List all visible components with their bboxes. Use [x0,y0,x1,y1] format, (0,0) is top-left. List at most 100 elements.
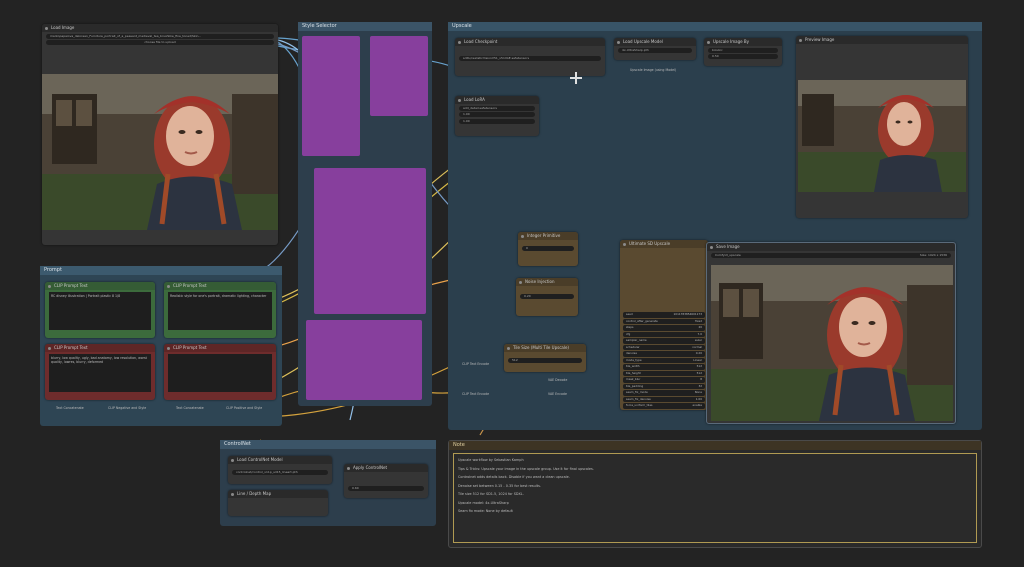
sampler-widget-force-uniform-tiles[interactable]: force_uniform_tiles enable [623,403,705,409]
sampler-widget-tile-height[interactable]: tile_height 512 [623,370,705,376]
prompt-footer-3[interactable]: Text Concatenate [176,406,204,410]
clip-encode-label-2[interactable]: CLIP Text Encode [462,392,489,396]
sampler-widget-tile-padding[interactable]: tile_padding 32 [623,383,705,389]
positive-prompt-1-text[interactable]: RC disney illustration | Portrait plasti… [49,292,151,330]
controlnet-loader-title: Load ControlNet Model [228,456,332,464]
noise-input[interactable]: 0.20 [520,294,574,299]
load-lora-node[interactable]: Load LoRA add_detail.safetensors 1.00 1.… [455,96,539,136]
tile-size-input[interactable]: 512 [508,358,582,363]
filename-prefix-input[interactable]: ComfyUI_upscale Size: 1024 x 1536 [711,252,951,258]
style-block-1[interactable] [302,36,360,156]
sampler-widget-mask-blur[interactable]: mask_blur 8 [623,377,705,383]
save-prefix-value: ComfyUI_upscale [715,252,741,257]
style-block-3[interactable] [314,168,426,314]
upscale-model-select[interactable]: 4x-UltraSharp.pth [618,47,692,53]
sampler-widget-tile-width[interactable]: tile_width 512 [623,364,705,370]
scale-by-input[interactable]: 0.50 [708,54,778,59]
upscale-method-value: bicubic [712,47,723,52]
sampler-widget-control-after-generate[interactable]: control_after_generate fixed [623,318,705,324]
load-checkpoint-node[interactable]: Load Checkpoint sdXL/realisticVisionV51_… [455,38,605,76]
negative-prompt-node-2[interactable]: CLIP Prompt Text [164,344,276,400]
sampler-widget-value: None [694,390,702,394]
sampler-widget-seam-fix-mode[interactable]: seam_fix_mode None [623,390,705,396]
positive-prompt-2-title: CLIP Prompt Text [164,282,276,290]
checkpoint-select[interactable]: sdXL/realisticVisionV51_v51VAE.safetenso… [459,56,601,61]
negative-prompt-2-text[interactable] [168,354,272,392]
prompt-footer-4[interactable]: CLIP Positive and Style [226,406,262,410]
controlnet-loader-node[interactable]: Load ControlNet Model controlnet/control… [228,456,332,484]
upscale-image-by-title: Upscale Image By [704,38,782,46]
positive-prompt-node-1[interactable]: CLIP Prompt Text RC disney illustration … [45,282,155,338]
negative-prompt-node-1[interactable]: CLIP Prompt Text blurry, low quality, ug… [45,344,155,400]
ultimate-sd-upscale-node[interactable]: Ultimate SD Upscale seed 1011783854601173… [620,240,708,410]
sampler-widget-value: 20 [698,325,702,329]
upscale-with-model-label[interactable]: Upscale Image (using Model) [630,68,676,72]
sampler-widget-label: scheduler [626,344,640,349]
prompt-footer-1[interactable]: Text Concatenate [56,406,84,410]
sampler-widget-label: control_after_generate [626,318,658,323]
vae-decode-label[interactable]: VAE Decode [548,378,567,382]
apply-controlnet-title: Apply ControlNet [344,464,428,472]
sampler-widget-label: force_uniform_tiles [626,403,653,407]
notes-text-area[interactable]: Upscale workflow by Sebastian Kamph Tips … [453,453,977,543]
sampler-widget-seam-fix-denoise[interactable]: seam_fix_denoise 1.00 [623,396,705,402]
style-block-4[interactable] [306,320,422,400]
preview-image-title: Preview Image [796,36,968,44]
upload-button[interactable]: choose file to upload [46,40,274,45]
vae-encode-label[interactable]: VAE Encode [548,392,567,396]
tile-size-title: Tile Size (Multi Tile Upscale) [504,344,586,352]
sampler-widget-steps[interactable]: steps 20 [623,325,705,331]
tile-size-node[interactable]: Tile Size (Multi Tile Upscale) 512 [504,344,586,372]
sampler-widget-label: tile_width [626,364,640,368]
positive-prompt-2-text[interactable]: Realistic style for one's portrait, dram… [168,292,272,330]
sampler-widget-sampler-name[interactable]: sampler_name euler [623,338,705,344]
controlnet-strength-input[interactable]: 0.60 [348,486,424,491]
sampler-widget-value: 7.0 [697,331,702,336]
sampler-widget-scheduler[interactable]: scheduler normal [623,344,705,350]
upscale-group-title: Upscale [448,22,982,31]
integer-input[interactable]: 0 [522,246,574,251]
clip-encode-label-1[interactable]: CLIP Text Encode [462,362,489,366]
apply-controlnet-node[interactable]: Apply ControlNet 0.60 [344,464,428,498]
lora-strength-model[interactable]: 1.00 [459,112,535,117]
load-upscale-model-node[interactable]: Load Upscale Model 4x-UltraSharp.pth [614,38,696,60]
tile-size-value: 512 [512,358,518,362]
sampler-widget-cfg[interactable]: cfg 7.0 [623,331,705,337]
load-image-node[interactable]: Load Image markopapaiova_delorean_Furnit… [42,24,278,245]
noise-injection-node[interactable]: Noise Injection 0.20 [516,278,578,316]
lora-name-select[interactable]: add_detail.safetensors [459,105,535,111]
preview-image-node[interactable]: Preview Image [796,36,968,218]
line-depth-map-title: Line / Depth Map [228,490,328,498]
controlnet-model-select[interactable]: controlnet/control_v11p_sd15_lineart.pth [232,470,328,475]
upscale-method-select[interactable]: bicubic [708,47,778,53]
positive-prompt-node-2[interactable]: CLIP Prompt Text Realistic style for one… [164,282,276,338]
prompt-footer-2[interactable]: CLIP Negative and Style [108,406,146,410]
scale-by-value: 0.50 [712,54,719,58]
sampler-widget-value: 512 [696,370,702,375]
upscale-image-by-node[interactable]: Upscale Image By bicubic 0.50 [704,38,782,66]
lora-strength-clip[interactable]: 1.00 [459,118,535,124]
sampler-widget-value: normal [692,344,702,349]
saved-image-preview [711,265,953,421]
preview-image [798,80,966,192]
cursor-crosshair-icon [570,72,582,84]
line-depth-map-node[interactable]: Line / Depth Map [228,490,328,516]
sampler-widget-label: mask_blur [626,377,641,381]
integer-primitive-node[interactable]: Integer Primitive 0 [518,232,578,266]
prompt-group-title: Prompt [40,266,282,275]
save-image-node[interactable]: Save Image ComfyUI_upscale Size: 1024 x 1… [706,242,956,424]
sampler-widget-mode-type[interactable]: mode_type Linear [623,357,705,363]
image-filename-select[interactable]: markopapaiova_delorean_Furniture_portrai… [46,33,274,39]
sampler-widget-value: 1.00 [695,396,702,401]
ultimate-sd-upscale-title: Ultimate SD Upscale [620,240,708,248]
load-checkpoint-title: Load Checkpoint [455,38,605,46]
negative-prompt-1-text[interactable]: blurry, low quality, ugly, bad anatomy, … [49,354,151,392]
lora-strength-model-value: 1.00 [463,112,470,116]
sampler-widget-label: denoise [626,351,637,355]
sampler-widget-seed[interactable]: seed 1011783854601173 [623,312,705,318]
sampler-widget-value: 512 [696,364,702,368]
sampler-widget-denoise[interactable]: denoise 0.20 [623,351,705,357]
style-block-2[interactable] [370,36,428,116]
sampler-widget-label: mode_type [626,357,642,362]
controlnet-model-value: controlnet/control_v11p_sd15_lineart.pth [236,470,298,474]
